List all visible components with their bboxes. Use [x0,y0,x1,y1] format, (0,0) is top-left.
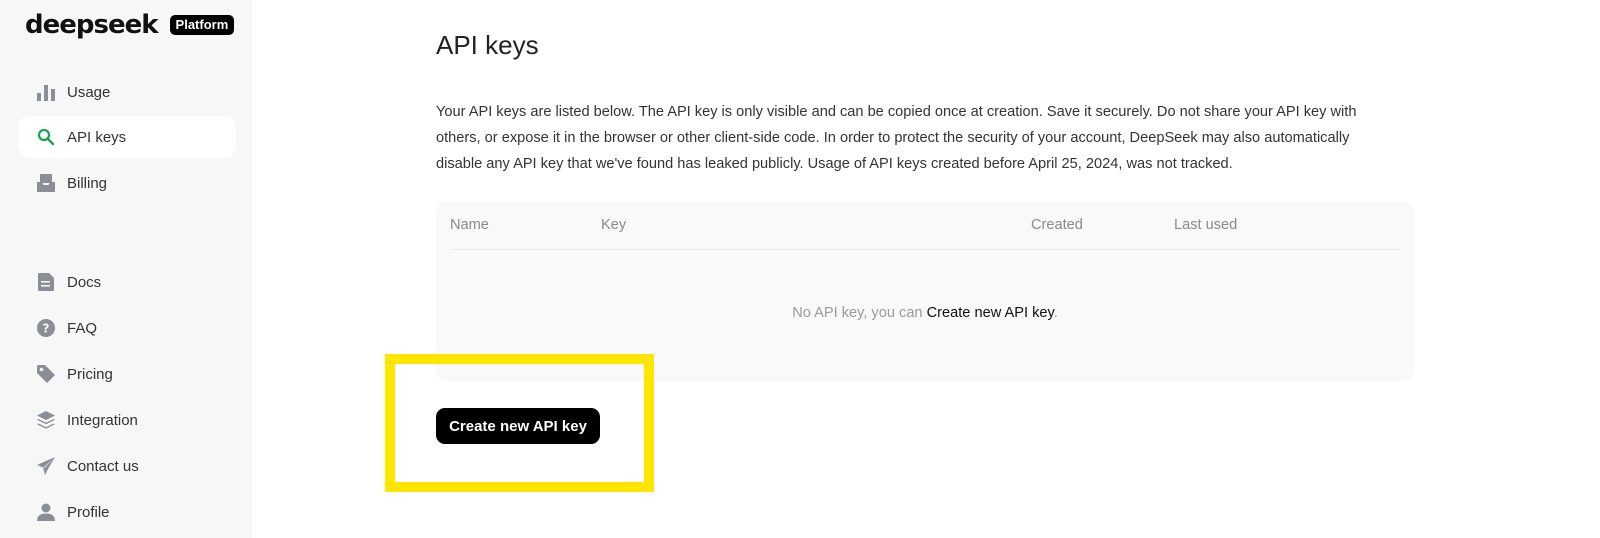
page-title: API keys [436,30,539,60]
api-keys-table: Name Key Created Last used No API key, y… [436,201,1414,381]
empty-state-message: No API key, you can Create new API key. [436,305,1414,321]
sidebar-item-faq[interactable]: ? FAQ [18,307,236,349]
sidebar-item-billing[interactable]: Billing [18,162,236,204]
sidebar-item-contact-us[interactable]: Contact us [18,445,236,487]
tag-icon [36,364,56,384]
sidebar-item-integration[interactable]: Integration [18,399,236,441]
document-icon [36,272,56,292]
empty-state-text: No API key, you can [792,305,927,321]
sidebar-item-label: Pricing [67,365,113,383]
key-search-icon [36,127,56,147]
sidebar-item-api-keys[interactable]: API keys [18,116,236,158]
layers-icon [36,410,56,430]
sidebar-item-label: API keys [67,128,127,146]
sidebar-item-usage[interactable]: Usage [18,71,236,113]
sidebar-item-docs[interactable]: Docs [18,261,236,303]
sidebar-item-label: Usage [67,83,111,101]
sidebar-item-label: FAQ [67,319,98,337]
column-header-name: Name [450,217,489,233]
sidebar-item-pricing[interactable]: Pricing [18,353,236,395]
page-description: Your API keys are listed below. The API … [436,104,1357,172]
column-header-last-used: Last used [1174,217,1238,233]
sidebar-item-label: Docs [67,273,102,291]
platform-badge: Platform [169,15,235,35]
user-icon [36,502,56,522]
send-icon [36,456,56,476]
brand-name: deepseek [25,10,159,40]
table-header: Name Key Created Last used [450,201,1400,250]
sidebar-item-label: Profile [67,503,110,521]
svg-text:?: ? [43,322,50,336]
sidebar: deepseek Platform Usage API keys Billing… [0,0,252,538]
column-header-key: Key [601,217,627,233]
create-key-link[interactable]: Create new API key [927,305,1054,321]
sidebar-item-label: Integration [67,411,138,429]
create-api-key-button[interactable]: Create new API key [436,408,600,444]
column-header-created: Created [1031,217,1083,233]
billing-icon [36,173,56,193]
sidebar-item-profile[interactable]: Profile [18,491,236,533]
brand-logo[interactable]: deepseek Platform [25,10,235,40]
empty-state-suffix: . [1053,305,1058,321]
question-icon: ? [36,318,56,338]
bar-chart-icon [36,82,56,102]
sidebar-item-label: Billing [67,174,108,192]
sidebar-item-label: Contact us [67,457,139,475]
